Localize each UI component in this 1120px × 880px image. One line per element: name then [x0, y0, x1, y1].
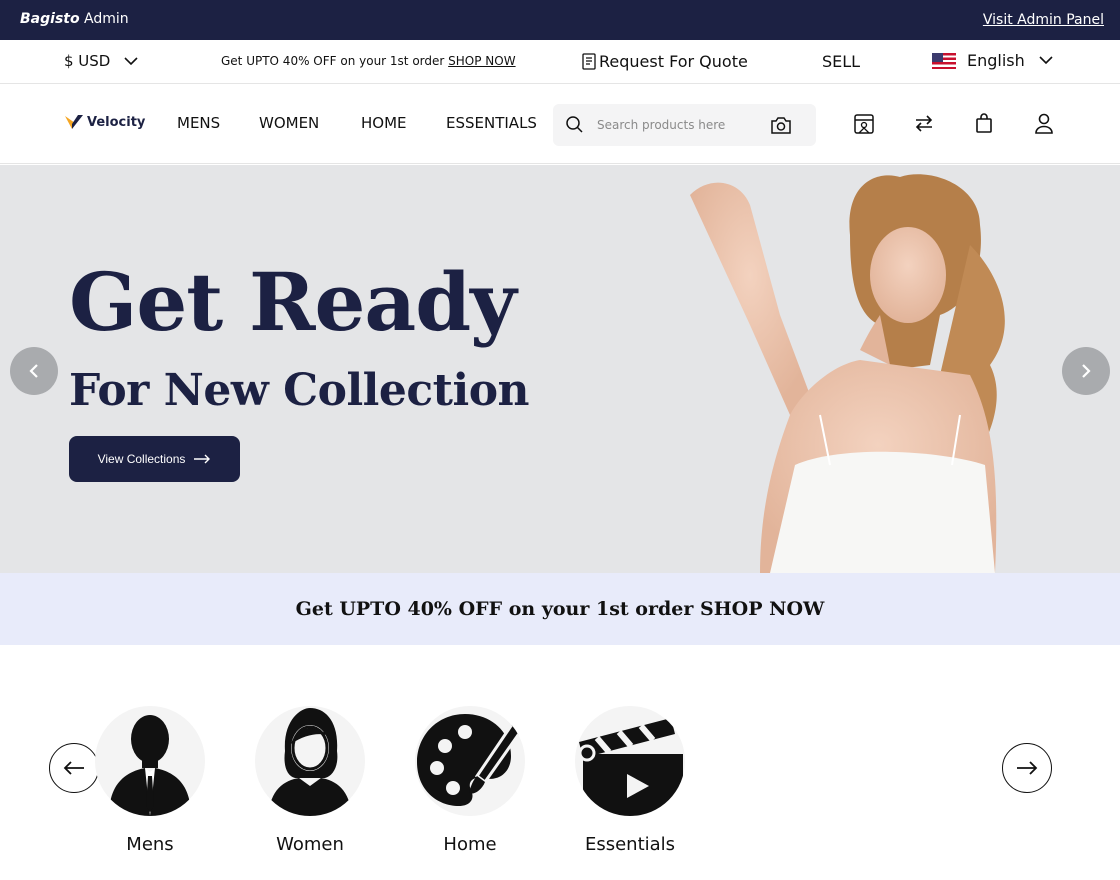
view-collections-button[interactable]: View Collections [69, 436, 240, 482]
language-label: English [967, 51, 1025, 70]
nav-essentials[interactable]: ESSENTIALS [446, 114, 537, 132]
main-header: Velocity MENS WOMEN HOME ESSENTIALS [0, 84, 1120, 164]
search-input[interactable] [597, 113, 767, 137]
chevron-down-icon [1039, 56, 1053, 65]
search-icon [566, 116, 583, 133]
man-in-suit-icon [109, 715, 191, 816]
nav-women[interactable]: WOMEN [259, 114, 319, 132]
hero-next-button[interactable] [1062, 347, 1110, 395]
hero-model-image [690, 174, 1005, 573]
category-label: Women [276, 834, 344, 855]
clapperboard-icon [578, 718, 683, 816]
category-mens[interactable]: Mens [95, 706, 205, 855]
chevron-right-icon [1082, 364, 1091, 378]
category-prev-button[interactable] [49, 743, 99, 793]
compare-arrows-icon[interactable] [914, 113, 934, 133]
admin-brand-rest: Admin [79, 11, 129, 27]
category-image [255, 706, 365, 816]
visit-admin-panel-link[interactable]: Visit Admin Panel [983, 12, 1104, 28]
category-label: Essentials [584, 834, 676, 855]
chevron-left-icon [29, 364, 38, 378]
nav-mens[interactable]: MENS [177, 114, 220, 132]
camera-icon[interactable] [770, 115, 792, 135]
arrow-left-icon [63, 761, 84, 775]
chevron-down-icon [124, 56, 138, 65]
hero-subtitle: For New Collection [69, 365, 530, 416]
request-quote-label: Request For Quote [599, 52, 748, 71]
admin-brand-bold: Bagisto [20, 11, 80, 27]
offer-banner: Get UPTO 40% OFF on your 1st order SHOP … [0, 573, 1120, 645]
woman-icon [269, 708, 351, 816]
category-label: Home [443, 834, 497, 855]
category-women[interactable]: Women [255, 706, 365, 855]
hero-prev-button[interactable] [10, 347, 58, 395]
search-bar [553, 104, 816, 146]
arrow-right-icon [194, 454, 211, 464]
hero-title: Get Ready [69, 255, 517, 349]
hero-slider: Get Ready For New Collection View Collec… [0, 165, 1120, 573]
sell-link[interactable]: SELL [822, 52, 860, 71]
category-image [575, 706, 685, 816]
currency-label: $ USD [64, 52, 111, 70]
admin-brand: Bagisto Admin [20, 11, 129, 27]
logo-text: Velocity [87, 114, 146, 130]
offer-banner-text: Get UPTO 40% OFF on your 1st order SHOP … [295, 598, 825, 620]
nav-home[interactable]: HOME [361, 114, 407, 132]
category-next-button[interactable] [1002, 743, 1052, 793]
request-quote-button[interactable]: Request For Quote [581, 52, 748, 71]
arrow-right-icon [1017, 761, 1038, 775]
us-flag-icon [932, 52, 956, 69]
top-promo: Get UPTO 40% OFF on your 1st order SHOP … [221, 54, 516, 68]
category-home[interactable]: Home [415, 706, 525, 855]
currency-selector[interactable]: $ USD [64, 52, 138, 70]
velocity-logo[interactable]: Velocity [64, 114, 145, 130]
category-image [95, 706, 205, 816]
shop-now-link[interactable]: SHOP NOW [448, 54, 515, 68]
velocity-logo-mark-icon [65, 115, 83, 129]
user-account-icon[interactable] [1034, 113, 1054, 134]
shopping-bag-icon[interactable] [975, 113, 993, 133]
document-icon [582, 53, 596, 70]
paint-palette-icon [417, 714, 525, 806]
category-label: Mens [126, 834, 174, 855]
admin-bar: Bagisto Admin Visit Admin Panel [0, 0, 1120, 40]
category-essentials[interactable]: Essentials [575, 706, 685, 855]
top-strip: $ USD Get UPTO 40% OFF on your 1st order… [0, 40, 1120, 84]
top-promo-text: Get UPTO 40% OFF on your 1st order [221, 54, 449, 68]
view-collections-label: View Collections [97, 452, 186, 466]
language-selector[interactable]: English [932, 51, 1053, 70]
category-image [415, 706, 525, 816]
compare-sketch-icon[interactable] [853, 113, 875, 135]
